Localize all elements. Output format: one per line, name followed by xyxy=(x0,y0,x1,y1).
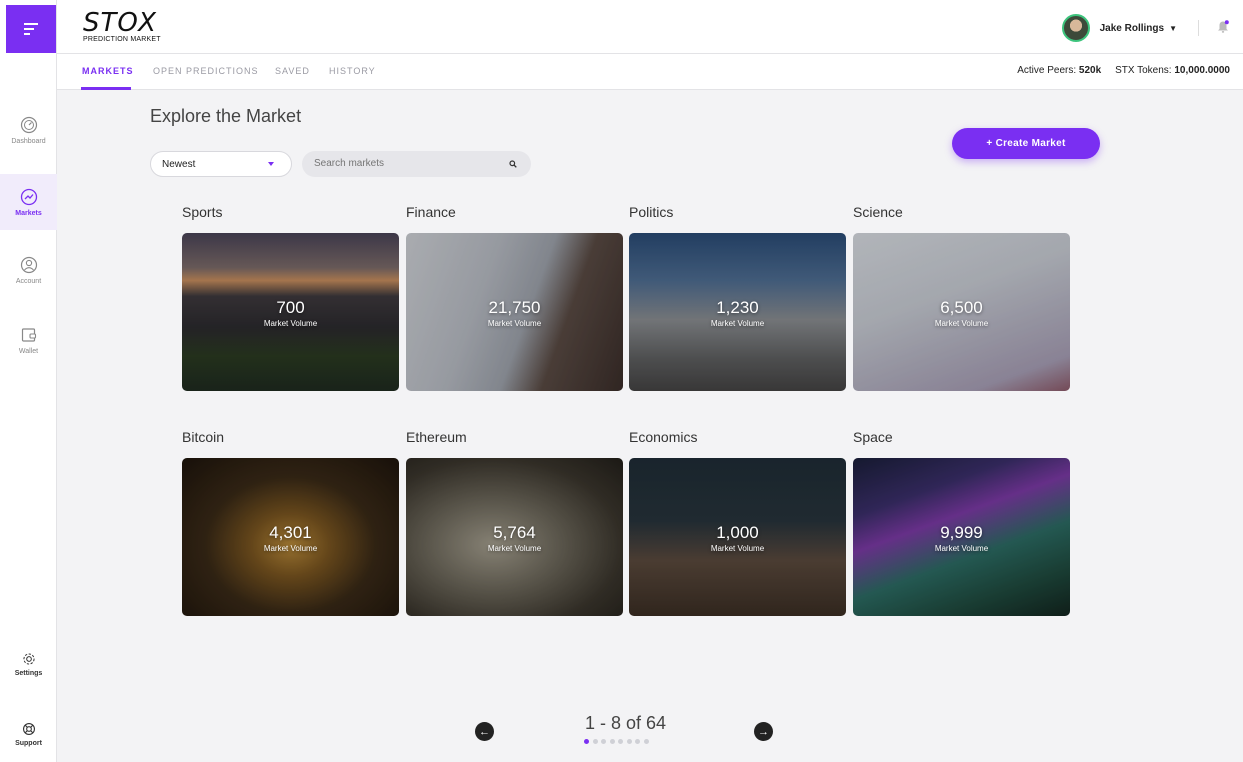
sidebar-item-label: Wallet xyxy=(18,347,39,355)
market-card-science[interactable]: 6,500 Market Volume xyxy=(853,233,1070,391)
market-card-economics[interactable]: 1,000 Market Volume xyxy=(629,458,846,616)
market-card-bitcoin[interactable]: 4,301 Market Volume xyxy=(182,458,399,616)
peers-value: 520k xyxy=(1078,65,1102,76)
market-volume: 1,000 xyxy=(716,523,759,542)
account-icon xyxy=(20,256,37,273)
sort-value: Newest xyxy=(162,159,196,170)
search-input[interactable] xyxy=(314,158,494,169)
page-dot[interactable] xyxy=(618,739,623,744)
market-volume: 1,230 xyxy=(716,298,759,317)
sidebar-item-settings[interactable]: Settings xyxy=(0,636,57,692)
logo-subtitle: PREDICTION MARKET xyxy=(83,36,161,43)
gauge-icon xyxy=(20,116,37,133)
chevron-down-icon: ▼ xyxy=(1169,23,1177,33)
market-volume: 21,750 xyxy=(488,298,541,317)
prev-page-button[interactable]: ← xyxy=(475,722,494,741)
sidebar-item-account[interactable]: Account xyxy=(0,242,57,298)
sidebar-item-label: Support xyxy=(15,739,42,747)
avatar xyxy=(1061,14,1090,42)
search-icon[interactable] xyxy=(509,160,517,168)
market-card-space[interactable]: 9,999 Market Volume xyxy=(853,458,1070,616)
bell-icon[interactable] xyxy=(1217,20,1229,34)
sort-select[interactable]: Newest xyxy=(150,151,292,177)
logo[interactable]: STOX PREDICTION MARKET xyxy=(83,10,161,43)
market-volume: 4,301 xyxy=(269,523,312,542)
market-volume-label: Market Volume xyxy=(934,319,989,328)
create-market-button[interactable]: + Create Market xyxy=(952,128,1100,159)
page-dot[interactable] xyxy=(626,739,632,744)
page-dot[interactable] xyxy=(592,739,598,744)
category-title: Science xyxy=(853,204,903,220)
tab-saved[interactable]: SAVED xyxy=(275,66,310,76)
tokens-label: STX Tokens: xyxy=(1115,65,1172,76)
market-volume-label: Market Volume xyxy=(710,319,765,328)
menu-icon xyxy=(24,20,38,38)
tokens-value: 10,000.0000 xyxy=(1174,65,1230,76)
pagination-text: 1 - 8 of 64 xyxy=(585,713,667,733)
network-stats: Active Peers: 520k STX Tokens: 10,000.00… xyxy=(1017,65,1230,76)
category-title: Bitcoin xyxy=(182,429,225,445)
page-dot[interactable] xyxy=(584,739,589,744)
divider xyxy=(1198,20,1199,36)
market-volume-label: Market Volume xyxy=(263,319,318,328)
category-title: Economics xyxy=(629,429,698,445)
market-volume: 5,764 xyxy=(493,523,536,542)
peers-label: Active Peers: xyxy=(1017,65,1077,76)
category-title: Sports xyxy=(182,204,223,220)
sidebar-item-dashboard[interactable]: Dashboard xyxy=(0,102,57,158)
sidebar-item-label: Account xyxy=(15,277,42,285)
page-dot[interactable] xyxy=(609,739,615,744)
page-dot[interactable] xyxy=(643,739,649,744)
market-volume: 9,999 xyxy=(940,523,983,542)
tab-bar: MARKETS OPEN PREDICTIONS SAVED HISTORY A… xyxy=(57,54,1243,90)
menu-button[interactable] xyxy=(6,5,56,53)
category-title: Space xyxy=(853,429,893,445)
top-bar: STOX PREDICTION MARKET Jake Rollings ▼ xyxy=(57,0,1243,54)
page-title: Explore the Market xyxy=(150,106,302,126)
sidebar-item-wallet[interactable]: Wallet xyxy=(0,312,57,368)
arrow-left-icon: ← xyxy=(479,725,490,738)
trend-icon xyxy=(20,188,37,205)
lifebuoy-icon xyxy=(22,722,35,735)
user-menu[interactable]: Jake Rollings ▼ xyxy=(1061,14,1177,42)
market-card-finance[interactable]: 21,750 Market Volume xyxy=(406,233,623,391)
market-volume-label: Market Volume xyxy=(934,544,989,553)
sidebar-item-label: Settings xyxy=(14,669,43,677)
page-dots xyxy=(584,739,652,744)
gear-icon xyxy=(22,652,35,665)
tab-history[interactable]: HISTORY xyxy=(329,66,376,76)
next-page-button[interactable]: → xyxy=(754,722,773,741)
active-tab-indicator xyxy=(81,87,131,90)
sidebar: Dashboard Markets Account Wallet Setting… xyxy=(0,0,57,762)
user-name: Jake Rollings xyxy=(1099,22,1165,34)
category-title: Finance xyxy=(406,204,456,220)
page-dot[interactable] xyxy=(635,739,640,744)
market-volume: 6,500 xyxy=(940,298,983,317)
sidebar-item-label: Markets xyxy=(15,209,42,217)
market-volume-label: Market Volume xyxy=(487,319,542,328)
category-title: Ethereum xyxy=(406,429,467,445)
tab-open-predictions[interactable]: OPEN PREDICTIONS xyxy=(153,66,259,76)
sidebar-item-markets[interactable]: Markets xyxy=(0,174,57,230)
caret-down-icon xyxy=(268,162,274,166)
sidebar-item-support[interactable]: Support xyxy=(0,706,57,762)
market-volume-label: Market Volume xyxy=(263,544,318,553)
search-box[interactable] xyxy=(302,151,531,177)
arrow-right-icon: → xyxy=(758,725,769,738)
logo-text: STOX xyxy=(83,8,157,38)
market-volume: 700 xyxy=(276,298,305,317)
market-volume-label: Market Volume xyxy=(487,544,542,553)
market-card-politics[interactable]: 1,230 Market Volume xyxy=(629,233,846,391)
page-dot[interactable] xyxy=(601,739,606,744)
market-card-sports[interactable]: 700 Market Volume xyxy=(182,233,399,391)
market-card-ethereum[interactable]: 5,764 Market Volume xyxy=(406,458,623,616)
market-volume-label: Market Volume xyxy=(710,544,765,553)
category-title: Politics xyxy=(629,204,674,220)
wallet-icon xyxy=(21,327,36,342)
tab-markets[interactable]: MARKETS xyxy=(82,66,134,76)
sidebar-item-label: Dashboard xyxy=(11,137,46,145)
